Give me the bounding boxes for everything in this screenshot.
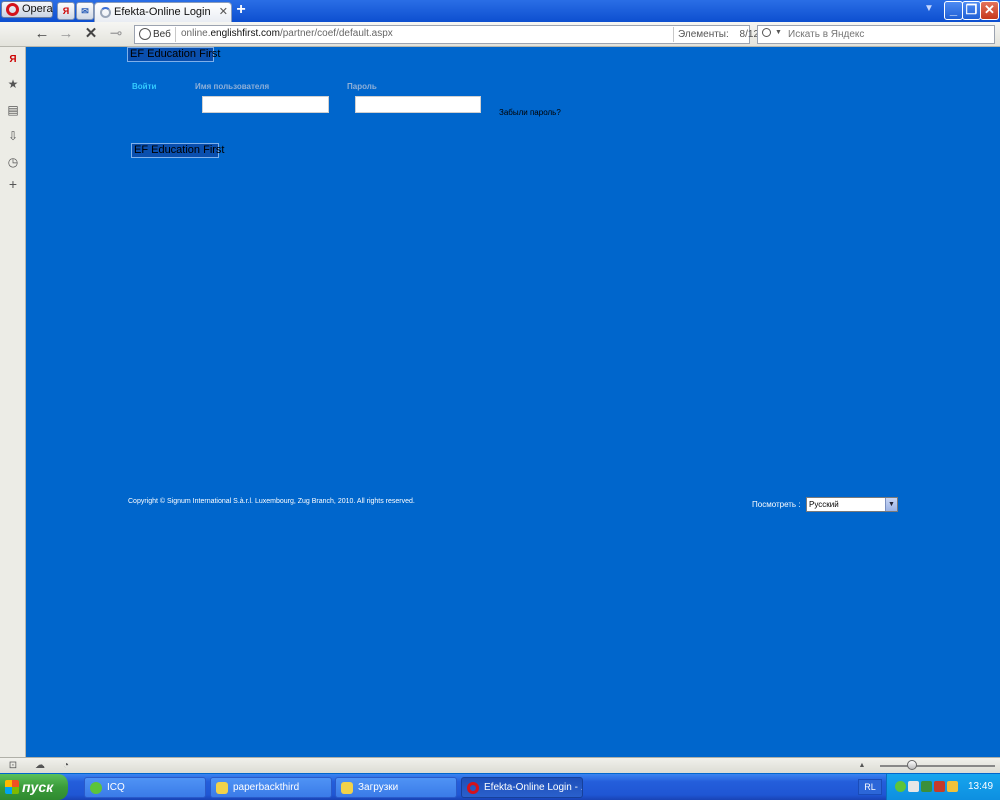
login-link[interactable]: Войти — [132, 82, 156, 91]
loading-spinner-icon — [100, 7, 111, 18]
task-label: Загрузки — [358, 782, 399, 793]
language-selected-value: Русский — [809, 500, 839, 509]
opera-menu-button[interactable]: Opera — [1, 1, 53, 18]
opera-icon — [467, 782, 479, 794]
tab-title: Efekta-Online Login — [114, 6, 211, 18]
add-panel-plus-icon[interactable]: + — [6, 177, 20, 191]
ef-logo-bottom: EF Education First — [131, 143, 224, 158]
notes-icon[interactable]: ▤ — [6, 103, 20, 117]
language-select[interactable]: Русский ▼ — [806, 497, 898, 512]
password-input[interactable] — [355, 96, 481, 113]
forward-arrow-icon[interactable]: → — [57, 25, 75, 43]
address-bar[interactable]: Веб online.englishfirst.com/partner/coef… — [134, 25, 759, 44]
globe-icon — [139, 28, 151, 40]
taskbar-item-downloads[interactable]: Загрузки — [335, 777, 457, 798]
icq-flower-icon — [90, 782, 102, 794]
yandex-panel-icon[interactable]: Я — [6, 53, 20, 67]
taskbar-item-opera[interactable]: Efekta-Online Login - ... — [461, 777, 583, 798]
security-shield-icon[interactable] — [947, 781, 958, 792]
navigation-bar: ← → ✕ ⊸ Веб online.englishfirst.com/part… — [0, 22, 1000, 47]
copyright-text: Copyright © Signum International S.à.r.l… — [128, 498, 415, 505]
cloud-icon[interactable]: ☁ — [34, 760, 46, 771]
start-button[interactable]: пуск — [0, 774, 68, 800]
yandex-icon[interactable]: Я — [57, 2, 75, 20]
zoom-menu-chevron-up-icon[interactable]: ▲ — [856, 760, 868, 771]
search-field[interactable]: ▼ — [757, 25, 995, 44]
history-clock-icon[interactable]: ◷ — [6, 155, 20, 169]
new-tab-button[interactable]: + — [234, 1, 248, 19]
close-tab-icon[interactable]: ✕ — [219, 5, 228, 18]
mail-icon[interactable]: ✉ — [76, 2, 94, 20]
url-prefix: online. — [181, 28, 211, 39]
stop-x-icon[interactable]: ✕ — [82, 25, 100, 43]
url-path: /partner/coef/default.aspx — [279, 28, 393, 39]
page-content: EF Education First Войти Имя пользовател… — [26, 47, 1000, 757]
zoom-slider-handle[interactable] — [907, 760, 917, 770]
folder-icon — [341, 782, 353, 794]
minimize-button[interactable]: _ — [944, 1, 963, 20]
language-indicator[interactable]: RL — [858, 779, 882, 795]
network-icon[interactable] — [921, 781, 932, 792]
folder-icon — [216, 782, 228, 794]
task-label: paperbackthird — [233, 782, 300, 793]
web-badge[interactable]: Веб — [137, 27, 176, 42]
bookmarks-star-icon[interactable]: ★ — [6, 77, 20, 91]
url-domain: englishfirst.com — [210, 28, 280, 39]
icq-tray-icon[interactable] — [895, 781, 906, 792]
task-label: Efekta-Online Login - ... — [484, 782, 583, 793]
password-label: Пароль — [347, 82, 377, 91]
ef-logo-top: EF Education First — [127, 47, 220, 62]
opera-menu-label: Opera — [22, 3, 53, 15]
clock: 13:49 — [968, 781, 994, 792]
zoom-slider-track[interactable] — [880, 765, 995, 767]
task-label: ICQ — [107, 782, 125, 793]
windows-logo-icon — [5, 780, 19, 794]
chevron-down-icon[interactable]: ▼ — [885, 498, 897, 511]
back-arrow-icon[interactable]: ← — [33, 25, 51, 43]
side-panel: Я ★ ▤ ⇩ ◷ + — [0, 47, 26, 757]
search-icon — [762, 28, 771, 37]
windows-taskbar: пуск ICQ paperbackthird Загрузки Efekta-… — [0, 774, 1000, 800]
taskbar-item-paperbackthird[interactable]: paperbackthird — [210, 777, 332, 798]
maximize-button[interactable]: ❐ — [962, 1, 981, 20]
tab-efekta-login[interactable]: Efekta-Online Login ✕ — [94, 2, 232, 22]
toggle-panel-icon[interactable]: ⊡ — [7, 760, 19, 771]
volume-icon[interactable] — [908, 781, 919, 792]
downloads-icon[interactable]: ⇩ — [6, 129, 20, 143]
tab-list-chevron-down-icon[interactable]: ▼ — [924, 3, 934, 14]
browser-tab-bar: Opera Я ✉ Efekta-Online Login ✕ + ▼ _ ❐ … — [0, 0, 1000, 22]
forgot-password-link[interactable]: Забыли пароль? — [499, 108, 561, 117]
taskbar-item-icq[interactable]: ICQ — [84, 777, 206, 798]
browser-status-bar: ⊡ ☁ ◔ ▲ — [0, 757, 1000, 773]
username-label: Имя пользователя — [195, 82, 270, 91]
elements-label: Элементы: — [678, 29, 729, 40]
web-badge-label: Веб — [153, 29, 171, 40]
opera-logo-icon — [6, 3, 19, 16]
search-engine-chevron-down-icon[interactable]: ▼ — [775, 29, 782, 36]
search-input[interactable] — [788, 27, 988, 42]
close-window-button[interactable]: ✕ — [980, 1, 999, 20]
tray-app-icon[interactable] — [934, 781, 945, 792]
speed-dial-icon[interactable]: ◔ — [60, 760, 72, 771]
elements-counter: Элементы: 8/12 — [673, 27, 759, 42]
key-icon[interactable]: ⊸ — [107, 25, 125, 43]
view-language-label: Посмотреть : — [752, 500, 801, 509]
url-text[interactable]: online.englishfirst.com/partner/coef/def… — [181, 28, 393, 39]
start-label: пуск — [22, 779, 54, 795]
username-input[interactable] — [202, 96, 329, 113]
